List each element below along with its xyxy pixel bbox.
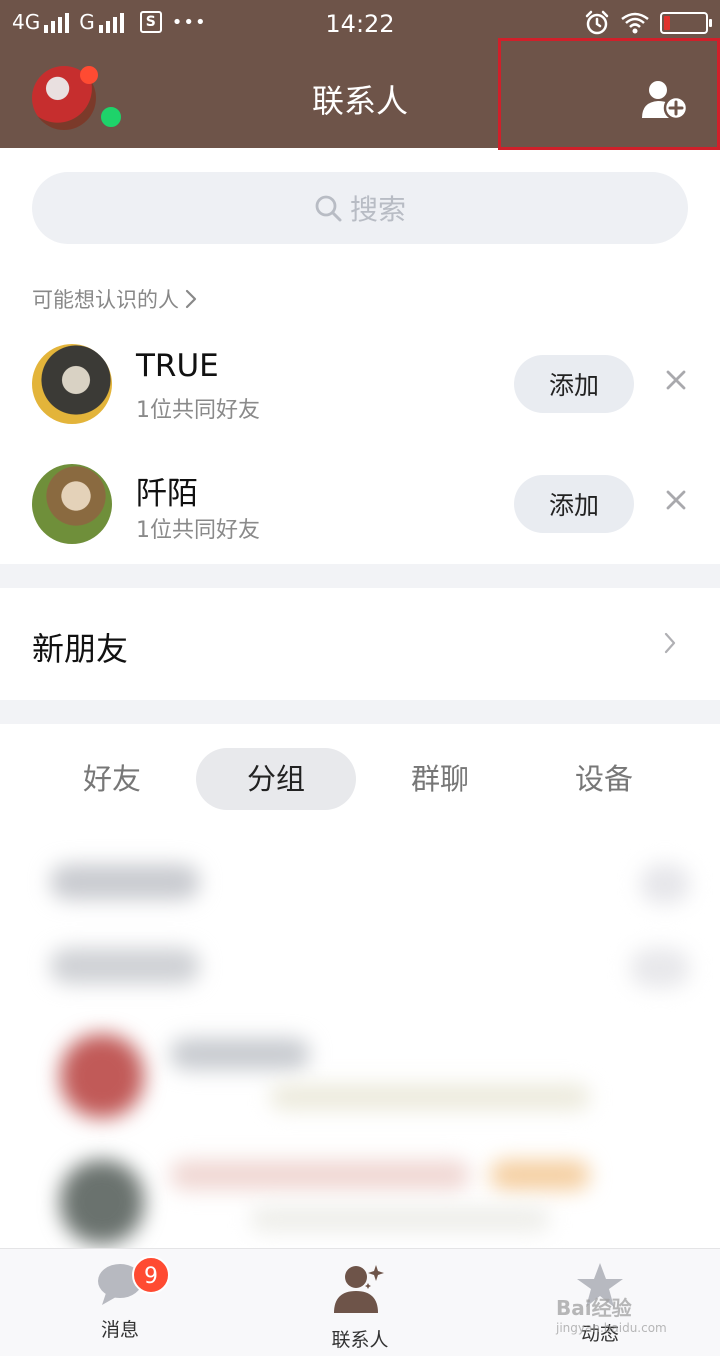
suggestion-item[interactable]: TRUE 1位共同好友 添加: [0, 334, 720, 434]
blurred-group-list: [0, 834, 720, 1248]
blurred-row: [250, 1206, 550, 1232]
add-contact-icon[interactable]: [640, 78, 688, 122]
tab-group-chats[interactable]: 群聊: [360, 748, 520, 810]
suggestions-header[interactable]: 可能想认识的人: [32, 284, 197, 314]
status-right: [584, 10, 712, 36]
tab-groups[interactable]: 分组: [196, 748, 356, 810]
search-input[interactable]: 搜索: [32, 172, 688, 244]
chevron-right-icon: [185, 289, 197, 309]
blurred-avatar: [60, 1034, 144, 1118]
tab-friends[interactable]: 好友: [32, 748, 192, 810]
new-friends-row[interactable]: 新朋友: [0, 588, 720, 700]
section-divider: [0, 700, 720, 724]
alarm-icon: [585, 10, 609, 35]
section-divider: [0, 564, 720, 588]
chevron-right-icon: [664, 632, 676, 654]
add-friend-button[interactable]: 添加: [514, 355, 634, 413]
suggestion-avatar[interactable]: [32, 344, 112, 424]
nav-item-messages[interactable]: 消息: [40, 1261, 200, 1342]
search-placeholder: 搜索: [349, 193, 406, 226]
blurred-row: [50, 948, 200, 984]
new-friends-label: 新朋友: [32, 630, 129, 668]
blurred-row: [630, 948, 690, 988]
suggestion-avatar[interactable]: [32, 464, 112, 544]
contact-person-icon: [334, 1265, 384, 1313]
battery-icon: [660, 12, 712, 34]
suggestion-item[interactable]: 阡陌 1位共同好友 添加: [0, 454, 720, 554]
blurred-row: [170, 1038, 310, 1070]
watermark: Bai经验 jingyan.baidu.com: [556, 1292, 667, 1335]
unread-badge: 9: [132, 1256, 170, 1294]
tab-devices[interactable]: 设备: [524, 748, 684, 810]
suggestions-title: 可能想认识的人: [32, 288, 179, 312]
blurred-row: [490, 1160, 590, 1190]
suggestion-mutual: 1位共同好友: [136, 518, 260, 543]
blurred-row: [270, 1084, 590, 1110]
suggestion-name: 阡陌: [136, 476, 198, 512]
header-bar: 联系人: [0, 38, 720, 150]
blurred-row: [170, 1160, 470, 1190]
add-friend-button[interactable]: 添加: [514, 475, 634, 533]
watermark-logo-text: Bai经验: [556, 1296, 632, 1320]
blurred-row: [50, 864, 200, 900]
blurred-row: [640, 864, 690, 904]
suggestion-name: TRUE: [136, 348, 219, 384]
close-icon[interactable]: [662, 486, 690, 514]
nav-label: 联系人: [331, 1329, 389, 1351]
nav-item-contacts[interactable]: 联系人: [280, 1261, 440, 1352]
watermark-url: jingyan.baidu.com: [556, 1321, 667, 1335]
nav-label: 消息: [100, 1319, 139, 1341]
blurred-avatar: [60, 1160, 144, 1244]
close-icon[interactable]: [662, 366, 690, 394]
search-icon: [315, 195, 342, 222]
contact-tabs: 好友 分组 群聊 设备: [0, 724, 720, 834]
suggestion-mutual: 1位共同好友: [136, 398, 260, 423]
wifi-icon: [621, 12, 649, 34]
